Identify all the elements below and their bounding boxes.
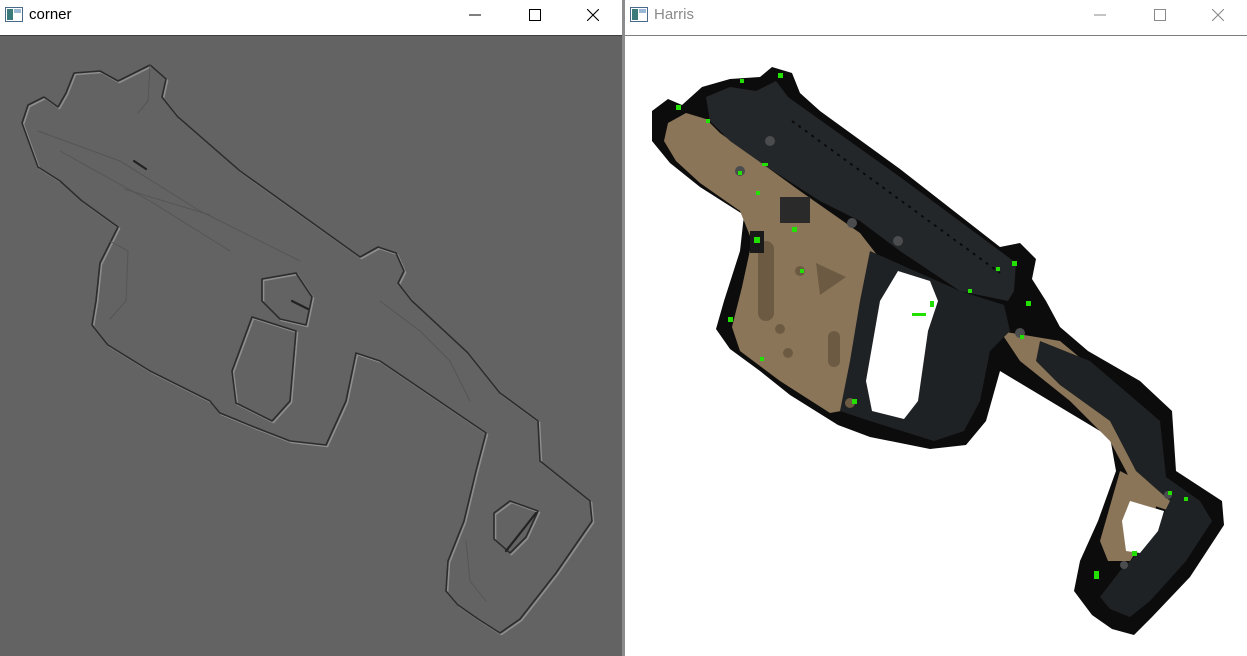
- gun-with-corners-image: [652, 67, 1224, 635]
- app-window-icon: [5, 7, 23, 22]
- minimize-icon: [1094, 14, 1106, 16]
- maximize-button[interactable]: [1137, 0, 1183, 30]
- corner-titlebar[interactable]: corner: [0, 0, 622, 30]
- harris-titlebar[interactable]: Harris: [625, 0, 1247, 30]
- maximize-icon: [1154, 9, 1166, 21]
- minimize-button[interactable]: [452, 0, 498, 30]
- close-button[interactable]: [1195, 0, 1241, 30]
- maximize-icon: [529, 9, 541, 21]
- harris-image-canvas[interactable]: [625, 35, 1247, 656]
- app-window-icon: [630, 7, 648, 22]
- corner-window[interactable]: corner: [0, 0, 622, 656]
- corner-image-canvas[interactable]: [0, 35, 622, 656]
- minimize-icon: [469, 14, 481, 16]
- close-icon: [587, 9, 599, 21]
- close-icon: [1212, 9, 1224, 21]
- edge-response-image: [21, 64, 595, 636]
- harris-window[interactable]: Harris: [625, 0, 1247, 656]
- minimize-button[interactable]: [1077, 0, 1123, 30]
- window-title: Harris: [654, 6, 694, 23]
- close-button[interactable]: [570, 0, 616, 30]
- window-title: corner: [29, 6, 72, 23]
- maximize-button[interactable]: [512, 0, 558, 30]
